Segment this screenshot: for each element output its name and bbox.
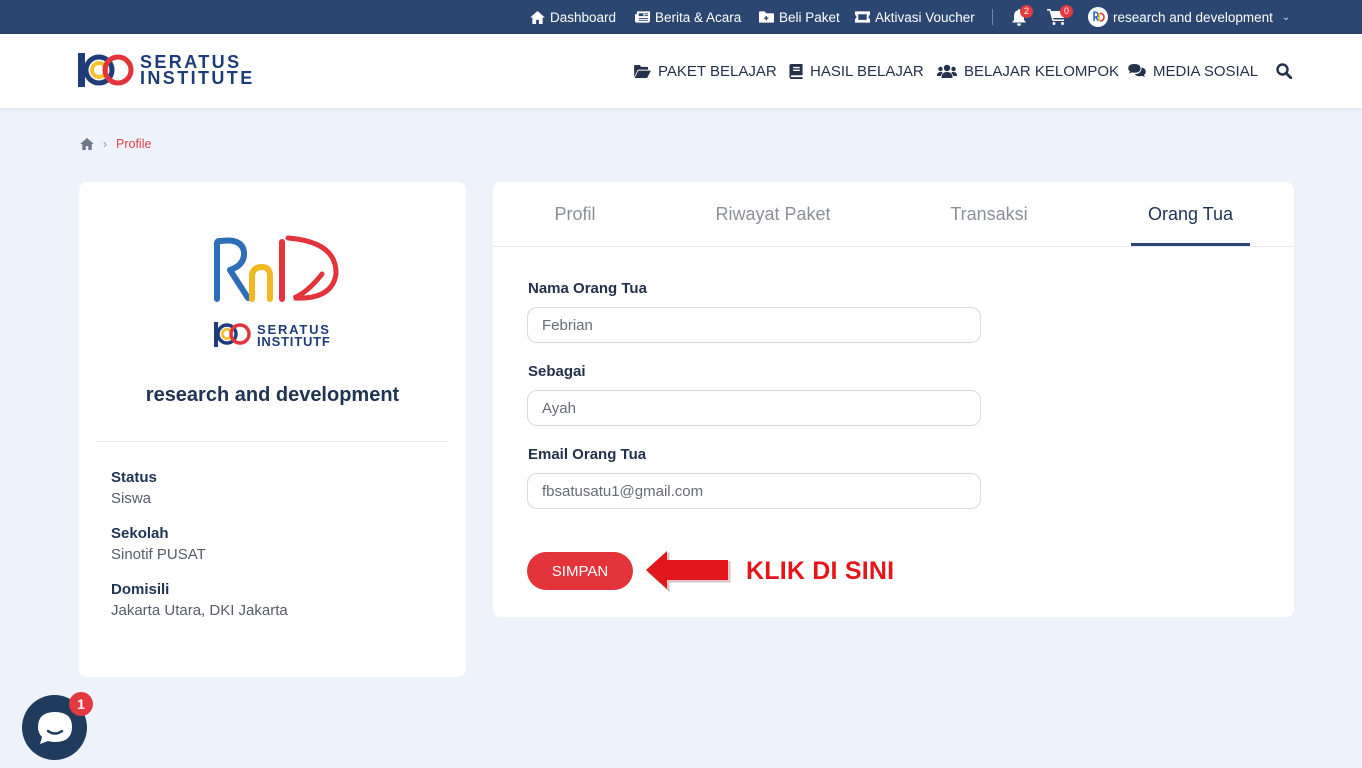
buy-package-label: Beli Paket — [779, 9, 840, 25]
folder-plus-icon — [759, 11, 774, 23]
seratus-rings-icon — [78, 53, 134, 87]
save-button[interactable]: SIMPAN — [527, 552, 633, 590]
top-bar: Dashboard Berita & Acara Beli Paket Akti… — [0, 0, 1362, 34]
tab-riwayat-paket[interactable]: Riwayat Paket — [700, 182, 846, 246]
profile-divider — [96, 441, 448, 442]
users-icon — [937, 64, 957, 78]
parent-name-label: Nama Orang Tua — [528, 280, 647, 297]
notification-badge: 2 — [1020, 5, 1033, 18]
avatar-logo-icon — [1093, 11, 1105, 22]
parent-email-value: fbsatusatu1@gmail.com — [542, 482, 704, 500]
tab-transaksi[interactable]: Transaksi — [929, 182, 1049, 246]
home-icon[interactable] — [80, 138, 94, 150]
domicile-value: Jakarta Utara, DKI Jakarta — [111, 602, 288, 619]
dashboard-link[interactable]: Dashboard — [530, 0, 616, 34]
user-name: research and development — [1113, 9, 1273, 25]
rnd-logo: SERATUS INSTITUTF — [213, 235, 339, 349]
nav-sosial-label: MEDIA SOSIAL — [1153, 62, 1259, 80]
user-avatar — [1088, 7, 1108, 27]
nav-media-sosial[interactable]: MEDIA SOSIAL — [1128, 34, 1258, 108]
active-tab-indicator — [1131, 243, 1250, 246]
nav-belajar-kelompok[interactable]: BELAJAR KELOMPOK — [937, 34, 1119, 108]
parent-email-label: Email Orang Tua — [528, 446, 647, 463]
cart-button[interactable]: 0 — [1047, 0, 1073, 34]
search-icon — [1276, 63, 1292, 79]
rnd-logo-institute-line: INSTITUTF — [257, 334, 331, 349]
pointer-arrow-icon — [646, 551, 731, 592]
profile-name: research and development — [145, 384, 400, 406]
cart-badge: 0 — [1060, 5, 1073, 18]
chat-unread-badge: 1 — [69, 692, 93, 716]
user-menu[interactable]: research and development ⌄ — [1088, 0, 1290, 34]
parent-name-input[interactable] — [527, 307, 981, 343]
chevron-down-icon: ⌄ — [1281, 11, 1291, 23]
news-link[interactable]: Berita & Acara — [635, 0, 741, 34]
brand-line-2: INSTITUTE — [140, 68, 255, 88]
search-button[interactable] — [1276, 34, 1292, 108]
main-header: SERATUS INSTITUTE PAKET BELAJAR HASIL BE… — [0, 34, 1362, 108]
parent-email-input[interactable]: fbsatusatu1@gmail.com — [527, 473, 981, 509]
relation-label: Sebagai — [528, 363, 586, 380]
book-icon — [789, 63, 803, 79]
nav-paket-belajar[interactable]: PAKET BELAJAR — [634, 34, 777, 108]
brand-text: SERATUS INSTITUTE — [140, 53, 255, 88]
chat-bubble-icon — [37, 711, 72, 744]
nav-paket-label: PAKET BELAJAR — [658, 62, 777, 80]
status-label: Status — [111, 469, 157, 486]
breadcrumb-current: Profile — [116, 137, 152, 151]
relation-input[interactable] — [527, 390, 981, 426]
buy-package-link[interactable]: Beli Paket — [759, 0, 840, 34]
nav-hasil-belajar[interactable]: HASIL BELAJAR — [789, 34, 924, 108]
ticket-icon — [855, 11, 870, 23]
news-label: Berita & Acara — [655, 9, 742, 25]
breadcrumb: › Profile — [80, 137, 151, 151]
voucher-label: Aktivasi Voucher — [875, 9, 975, 25]
topbar-divider — [992, 9, 993, 25]
status-value: Siswa — [111, 490, 152, 507]
newspaper-icon — [635, 11, 650, 23]
domicile-label: Domisili — [111, 581, 170, 598]
tabs-divider — [493, 246, 1294, 247]
tab-orang-tua[interactable]: Orang Tua — [1131, 182, 1250, 246]
voucher-link[interactable]: Aktivasi Voucher — [855, 0, 975, 34]
dashboard-label: Dashboard — [550, 9, 617, 25]
nav-hasil-label: HASIL BELAJAR — [810, 62, 924, 80]
seratus-logo[interactable]: SERATUS INSTITUTE — [78, 52, 255, 88]
school-label: Sekolah — [111, 525, 169, 542]
folder-open-icon — [634, 64, 651, 78]
tab-profil[interactable]: Profil — [515, 182, 635, 246]
notification-button[interactable]: 2 — [1011, 0, 1033, 34]
comments-icon — [1128, 64, 1146, 78]
click-here-annotation: KLIK DI SINI — [746, 557, 895, 585]
nav-kelompok-label: BELAJAR KELOMPOK — [964, 62, 1120, 80]
home-icon — [530, 10, 545, 24]
breadcrumb-separator: › — [103, 137, 107, 151]
school-value: Sinotif PUSAT — [111, 546, 206, 563]
